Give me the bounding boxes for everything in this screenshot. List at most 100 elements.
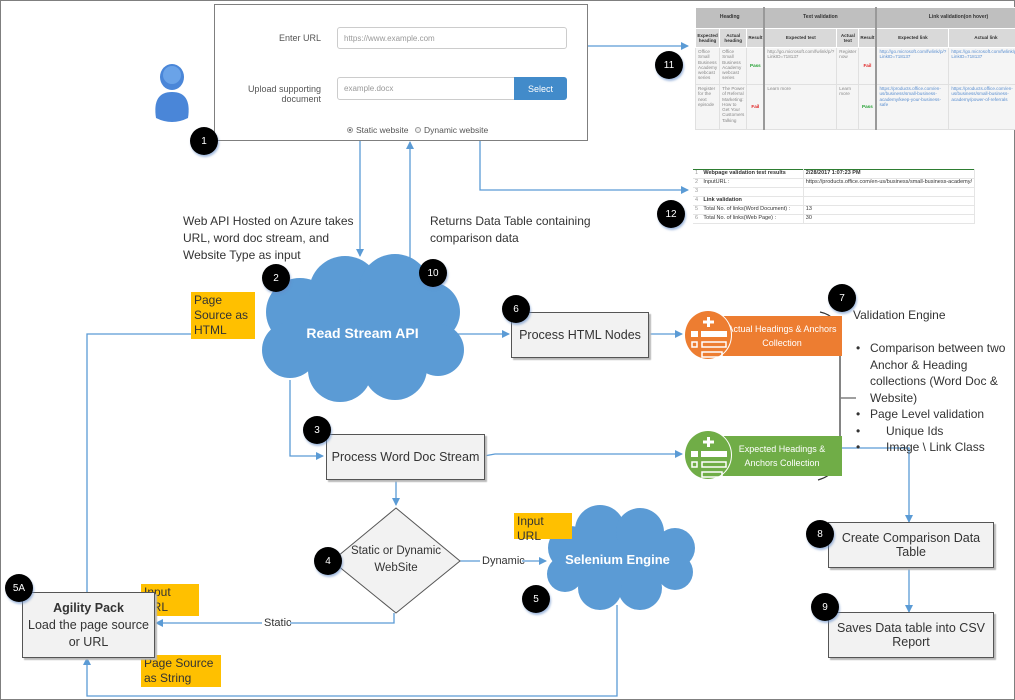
sheet-row: 3 xyxy=(693,187,976,197)
list-add-icon xyxy=(684,430,732,480)
sheet-row: 1 Webpage validation test results 2/28/201… xyxy=(693,169,976,179)
table-cell: Learn more xyxy=(836,84,860,130)
process-word-doc: Process Word Doc Stream xyxy=(326,434,485,480)
radio-static-dot xyxy=(347,127,353,133)
sheet-cell: InputURL : xyxy=(701,178,804,188)
table-cell: Register now xyxy=(836,47,860,85)
table-cell: http://go.microsoft.com/fwlink/p/?LinkID… xyxy=(763,47,838,85)
table-cell: http://go.microsoft.com/fwlink/p/?LinkID… xyxy=(875,47,950,85)
sheet-cell: Link validation xyxy=(701,196,804,206)
sheet-cell: 13 xyxy=(803,205,976,215)
step-badge-7: 7 xyxy=(828,284,856,312)
result-cell: Pass xyxy=(858,84,877,130)
selenium-engine-label: Selenium Engine xyxy=(565,552,670,567)
sheet-cell: Total No. of links(Word Document) : xyxy=(701,205,804,215)
sheet-row: 2 InputURL : https://products.office.com/e… xyxy=(693,178,976,188)
row-number: 5 xyxy=(693,205,702,215)
step-badge-6: 6 xyxy=(502,295,530,323)
row-number: 6 xyxy=(693,214,702,224)
table-cell: Learn more xyxy=(763,84,838,130)
result-cell: Fail xyxy=(746,84,765,130)
agility-body: Load the page source or URL xyxy=(28,617,149,649)
radio-dynamic[interactable]: Dynamic website xyxy=(415,125,488,135)
sheet-cell: Total No. of links(Web Page) : xyxy=(701,214,804,224)
static-edge-label: Static xyxy=(264,617,292,629)
read-stream-api-label: Read Stream API xyxy=(306,325,419,341)
validation-item: Page Level validation xyxy=(856,406,1015,423)
column-header: Actual heading xyxy=(719,28,748,48)
radio-dynamic-label: Dynamic website xyxy=(424,125,489,135)
table-cell: Office Small Business Academy webcast se… xyxy=(694,47,721,85)
step-badge-2: 2 xyxy=(262,264,290,292)
doc-input[interactable]: example.docx xyxy=(337,77,515,100)
step-badge-10: 10 xyxy=(419,259,447,287)
sheet-row: 4 Link validation xyxy=(693,196,976,206)
dynamic-edge-label: Dynamic xyxy=(482,555,525,567)
result-cell: Pass xyxy=(746,47,765,85)
step-badge-9: 9 xyxy=(811,593,839,621)
step-badge-8: 8 xyxy=(806,520,834,548)
list-add-icon xyxy=(684,310,732,360)
step-badge-11: 11 xyxy=(655,51,683,79)
column-header: Result xyxy=(746,28,765,48)
table-cell: The Power of Referral Marketing: How to … xyxy=(719,84,748,130)
result-cell: Fail xyxy=(858,47,877,85)
url-input[interactable]: https://www.example.com xyxy=(337,27,567,49)
sheet-cell xyxy=(803,196,976,206)
table-cell: Register for the next episode xyxy=(694,84,721,130)
radio-dynamic-dot xyxy=(415,127,421,133)
row-number: 3 xyxy=(693,187,702,197)
step-badge-1: 1 xyxy=(190,127,218,155)
radio-static-label: Static website xyxy=(356,125,409,135)
url-placeholder: https://www.example.com xyxy=(344,33,435,43)
table-cell: https://products.office.com/en-us/busine… xyxy=(875,84,950,130)
select-button[interactable]: Select xyxy=(514,77,567,100)
validation-engine-title: Validation Engine xyxy=(853,308,946,322)
step-badge-12: 12 xyxy=(657,200,685,228)
column-header: Result xyxy=(858,28,877,48)
table-cell: https://products.office.com/en-us/busine… xyxy=(948,84,1015,130)
doc-placeholder: example.docx xyxy=(344,84,394,93)
create-table-box: Create Comparison Data Table xyxy=(828,522,994,568)
validation-engine-list: Comparison between two Anchor & Heading … xyxy=(856,340,1015,456)
page-source-string-note: Page Source as String xyxy=(141,655,221,687)
validation-item: Comparison between two Anchor & Heading … xyxy=(856,340,1015,406)
sheet-row: 5 Total No. of links(Word Document) :13 xyxy=(693,205,976,215)
agility-title: Agility Pack xyxy=(53,600,124,615)
sheet-cell xyxy=(701,187,804,197)
table-row: Register for the next episode The Power o… xyxy=(694,84,1015,130)
input-form-panel: Enter URL https://www.example.com Upload… xyxy=(214,4,588,141)
group-text: Text validation xyxy=(763,7,877,29)
sheet-cell: 30 xyxy=(803,214,976,224)
sheet-cell xyxy=(803,187,976,197)
doc-label: Upload supporting document xyxy=(247,84,321,104)
step-badge-5: 5 xyxy=(522,585,550,613)
process-html-nodes: Process HTML Nodes xyxy=(511,312,649,358)
sheet-cell: https://products.office.com/en-us/busine… xyxy=(803,178,976,188)
row-number: 4 xyxy=(693,196,702,206)
sheet-cell: 2/28/2017 1:07:23 PM xyxy=(803,169,976,179)
table-row: Office Small Business Academy webcast se… xyxy=(694,47,1015,85)
table-cell: https://go.microsoft.com/fwlink/p/?LinkI… xyxy=(948,47,1015,85)
sheet-row: 6 Total No. of links(Web Page) :30 xyxy=(693,214,976,224)
agility-pack-box: Agility Pack Load the page source or URL xyxy=(22,592,155,658)
sheet-cell: Webpage validation test results xyxy=(701,169,804,179)
group-link: Link validation(on hover) xyxy=(875,7,1015,29)
save-csv-box: Saves Data table into CSV Report xyxy=(828,612,994,658)
decision-label: Static or Dynamic WebSite xyxy=(350,545,442,574)
url-label: Enter URL xyxy=(278,33,321,43)
actual-collection: Actual Headings & Anchors Collection xyxy=(684,310,844,360)
column-header: Actual text xyxy=(836,28,860,48)
input-url-selenium-note: Input URL xyxy=(514,513,572,543)
results-table: Heading Text validation Link validation(… xyxy=(694,7,1015,130)
column-header: Actual link xyxy=(948,28,1015,48)
group-heading: Heading xyxy=(695,7,765,29)
web-api-note: Web API Hosted on Azure takes URL, word … xyxy=(183,214,354,262)
page-source-html-note: Page Source as HTML xyxy=(191,292,255,339)
column-header: Expected text xyxy=(763,28,838,48)
returns-note: Returns Data Table containing comparison… xyxy=(430,214,591,245)
column-header: Expected heading xyxy=(694,28,721,48)
step-badge-4: 4 xyxy=(314,547,342,575)
radio-static[interactable]: Static website xyxy=(347,125,408,135)
validation-item: Unique Ids xyxy=(856,423,1015,440)
